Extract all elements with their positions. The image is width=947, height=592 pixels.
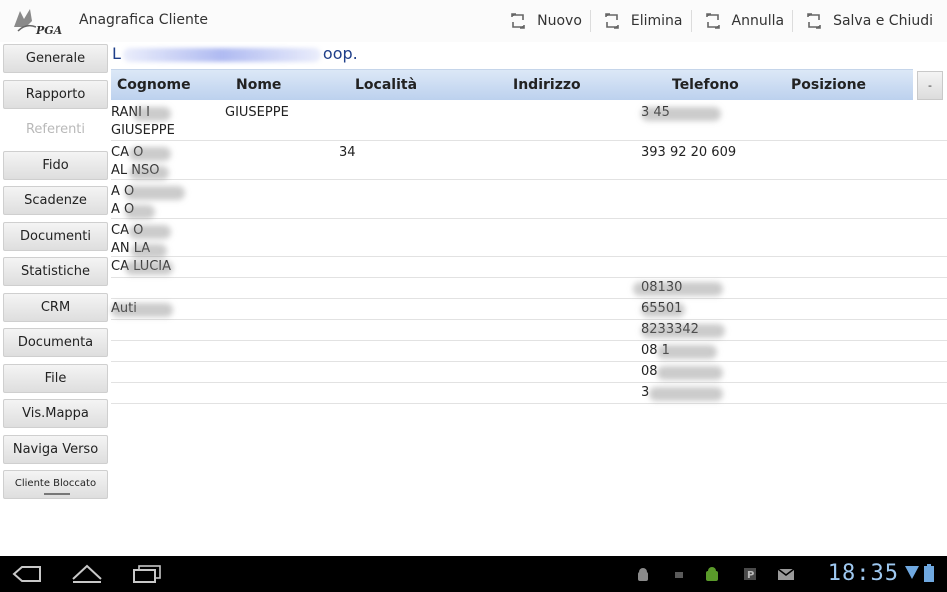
table-header: Cognome Nome Località Indirizzo Telefono…: [111, 69, 913, 100]
back-icon[interactable]: [12, 565, 42, 583]
redaction-blur: [657, 366, 723, 380]
sidebar-item-referenti: Referenti: [3, 115, 108, 144]
cell-telefono: 393 92 20 609: [641, 145, 737, 160]
redaction-blur: [122, 47, 321, 62]
client-name-start: L: [112, 44, 121, 63]
redaction-blur: [133, 107, 171, 121]
column-header-localita[interactable]: Località: [355, 77, 417, 93]
redaction-blur: [633, 282, 723, 296]
sidebar-item-fido[interactable]: Fido: [3, 150, 108, 180]
gmail-icon: [777, 568, 795, 580]
sidebar-item-documenta[interactable]: Documenta: [3, 328, 108, 357]
refresh-icon: [511, 13, 525, 29]
delete-button-label: Elimina: [630, 13, 683, 29]
cell-localita: 34: [339, 145, 356, 160]
redaction-blur: [649, 387, 723, 401]
column-header-telefono[interactable]: Telefono: [672, 77, 739, 93]
redaction-blur: [111, 303, 173, 317]
android-debug-icon: [638, 568, 648, 581]
sidebar-item-documenti[interactable]: Documenti: [3, 221, 108, 251]
table-row[interactable]: 08: [111, 362, 947, 383]
redaction-blur: [641, 107, 721, 121]
home-icon[interactable]: [71, 563, 103, 583]
collapse-button[interactable]: -: [917, 71, 943, 100]
parking-icon: P: [744, 568, 756, 581]
client-name: Loop.: [112, 44, 358, 63]
sidebar-item-crm[interactable]: CRM: [3, 292, 108, 322]
action-toolbar: Nuovo Elimina Annulla Salva e Chiudi: [497, 6, 941, 36]
redaction-blur: [641, 303, 685, 317]
table-row[interactable]: CA LUCIA: [111, 257, 947, 278]
table-row[interactable]: 8233342: [111, 320, 947, 341]
blocked-client-label: Cliente Bloccato: [14, 478, 97, 489]
delete-button[interactable]: Elimina: [591, 6, 691, 36]
sidebar-item-generale[interactable]: Generale: [3, 44, 108, 73]
action-bar: PGA Anagrafica Cliente Nuovo Elimina Ann…: [0, 0, 947, 42]
svg-text:P: P: [747, 570, 754, 581]
blocked-client-toggle[interactable]: Cliente Bloccato: [3, 470, 108, 499]
redaction-blur: [657, 345, 717, 359]
client-name-end: oop.: [322, 44, 358, 63]
cell-nome: GIUSEPPE: [225, 105, 289, 120]
cancel-button[interactable]: Annulla: [692, 6, 793, 36]
column-header-indirizzo[interactable]: Indirizzo: [513, 77, 581, 93]
app-title: Anagrafica Cliente: [79, 12, 208, 28]
cancel-button-label: Annulla: [731, 13, 785, 29]
sidebar-item-scadenze[interactable]: Scadenze: [3, 186, 108, 215]
system-clock[interactable]: 18:35: [828, 561, 899, 586]
table-row[interactable]: A O A O: [111, 180, 947, 219]
table-row[interactable]: CA O AN LA: [111, 219, 947, 258]
sidebar-item-naviga-verso[interactable]: Naviga Verso: [3, 434, 108, 464]
column-header-cognome[interactable]: Cognome: [117, 77, 191, 93]
notification-icon: [675, 572, 683, 578]
sidebar: Generale Rapporto Referenti Fido Scadenz…: [3, 44, 108, 506]
column-header-posizione[interactable]: Posizione: [791, 77, 866, 93]
refresh-icon: [605, 13, 619, 29]
refresh-icon: [807, 13, 821, 29]
sidebar-item-statistiche[interactable]: Statistiche: [3, 257, 108, 286]
redaction-blur: [125, 261, 173, 275]
column-header-nome[interactable]: Nome: [236, 77, 281, 93]
redaction-blur: [131, 244, 167, 258]
table-row[interactable]: CA O AL NSO 34 393 92 20 609: [111, 141, 947, 180]
table-row[interactable]: 08130: [111, 278, 947, 299]
save-close-button-label: Salva e Chiudi: [833, 13, 933, 29]
svg-text:PGA: PGA: [35, 24, 62, 37]
app-logo-icon: PGA: [10, 5, 63, 37]
refresh-icon: [705, 13, 720, 29]
redaction-blur: [125, 186, 185, 200]
redaction-blur: [129, 225, 171, 239]
table-row[interactable]: 08 1: [111, 341, 947, 362]
redaction-blur: [641, 324, 725, 338]
new-button-label: Nuovo: [537, 13, 582, 29]
redaction-blur: [129, 147, 171, 161]
sidebar-item-vis-mappa[interactable]: Vis.Mappa: [3, 399, 108, 428]
battery-icon: [924, 564, 934, 582]
contacts-table: RANI I GIUSEPPE GIUSEPPE 3 45 CA O AL NS…: [111, 101, 947, 404]
cell-telefono: 08: [641, 364, 658, 379]
system-navigation-bar: P 18:35: [0, 556, 947, 592]
new-button[interactable]: Nuovo: [497, 6, 590, 36]
market-update-icon: [706, 567, 718, 581]
recent-apps-icon[interactable]: [132, 565, 162, 583]
wifi-icon: [905, 566, 919, 579]
toggle-indicator: [44, 493, 70, 495]
save-close-button[interactable]: Salva e Chiudi: [793, 6, 941, 36]
redaction-blur: [129, 166, 169, 180]
table-row[interactable]: 3: [111, 383, 947, 404]
sidebar-item-file[interactable]: File: [3, 363, 108, 393]
sidebar-item-rapporto[interactable]: Rapporto: [3, 79, 108, 109]
table-row[interactable]: RANI I GIUSEPPE GIUSEPPE 3 45: [111, 101, 947, 141]
redaction-blur: [125, 205, 155, 219]
table-row[interactable]: Auti 65501: [111, 299, 947, 320]
